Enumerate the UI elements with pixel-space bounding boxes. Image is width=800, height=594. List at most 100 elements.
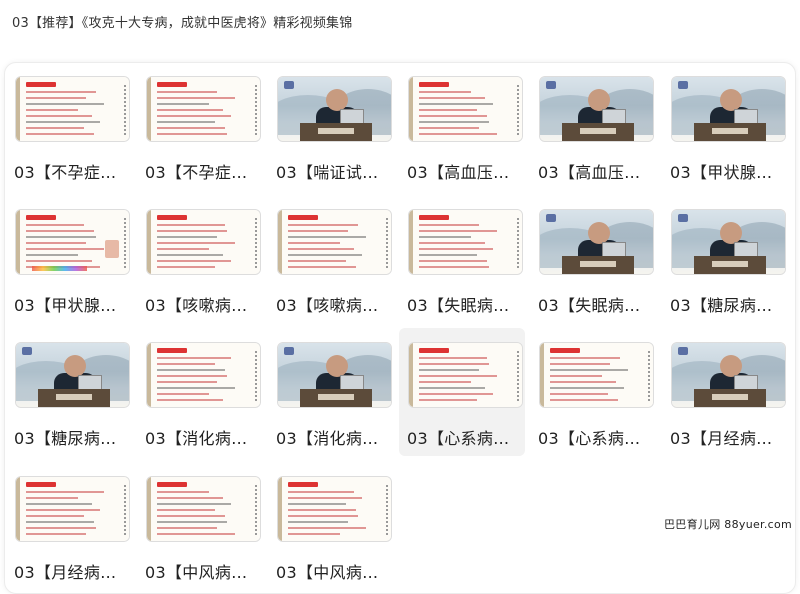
video-thumbnail[interactable]: [539, 209, 654, 275]
slide-side-bar: [409, 210, 413, 274]
video-title[interactable]: 03【月经病…: [670, 425, 790, 449]
video-thumbnail[interactable]: [15, 342, 130, 408]
video-card[interactable]: 03【中风病…: [137, 462, 263, 590]
slide-stripe: [386, 485, 388, 535]
slide-text-line: [157, 381, 217, 383]
video-thumbnail[interactable]: [277, 76, 392, 142]
slide-text-line: [419, 248, 493, 250]
slide-heading-mark: [419, 348, 449, 353]
video-card[interactable]: 03【甲状腺…: [662, 62, 788, 190]
lecture-desk: [694, 389, 766, 407]
video-thumbnail[interactable]: [15, 476, 130, 542]
lecture-slide-image: [409, 343, 522, 407]
lecture-desk: [562, 123, 634, 141]
slide-text-line: [419, 133, 497, 135]
slide-text-line: [419, 230, 497, 232]
video-card[interactable]: 03【心系病…: [530, 328, 656, 456]
desk-nameplate: [580, 128, 616, 134]
video-card[interactable]: 03【失眠病…: [530, 195, 656, 323]
slide-text-line: [157, 236, 217, 238]
video-card[interactable]: 03【甲状腺…: [6, 195, 132, 323]
video-title[interactable]: 03【咳嗽病…: [145, 292, 265, 316]
slide-heading-mark: [26, 215, 56, 220]
video-card[interactable]: 03【月经病…: [662, 328, 788, 456]
slide-text-line: [26, 254, 78, 256]
video-title[interactable]: 03【月经病…: [14, 559, 134, 583]
slide-text-line: [26, 515, 84, 517]
video-title[interactable]: 03【不孕症…: [145, 159, 265, 183]
video-card[interactable]: 03【糖尿病…: [662, 195, 788, 323]
lecture-video-image: [672, 210, 785, 274]
desk-nameplate: [318, 394, 354, 400]
video-title[interactable]: 03【失眠病…: [407, 292, 527, 316]
lecture-slide-image: [278, 477, 391, 541]
video-thumbnail[interactable]: [146, 209, 261, 275]
video-thumbnail[interactable]: [408, 76, 523, 142]
lecturer-head: [326, 355, 348, 377]
slide-heading-mark: [26, 482, 56, 487]
video-title[interactable]: 03【失眠病…: [538, 292, 658, 316]
video-title[interactable]: 03【中风病…: [276, 559, 396, 583]
slide-text-line: [288, 242, 340, 244]
video-card[interactable]: 03【高血压…: [530, 62, 656, 190]
slide-stripe: [124, 218, 126, 268]
slide-text-line: [419, 375, 497, 377]
video-card[interactable]: 03【喘证试…: [268, 62, 394, 190]
video-thumbnail[interactable]: [146, 342, 261, 408]
video-card[interactable]: 03【高血压…: [399, 62, 525, 190]
video-thumbnail[interactable]: [15, 209, 130, 275]
video-title[interactable]: 03【甲状腺…: [670, 159, 790, 183]
video-thumbnail[interactable]: [146, 76, 261, 142]
video-card[interactable]: 03【中风病…: [268, 462, 394, 590]
video-thumbnail[interactable]: [408, 342, 523, 408]
video-title[interactable]: 03【高血压…: [407, 159, 527, 183]
video-title[interactable]: 03【喘证试…: [276, 159, 396, 183]
video-card[interactable]: 03【不孕症…: [6, 62, 132, 190]
slide-stripe: [124, 485, 126, 535]
slide-photo: [105, 240, 119, 258]
video-thumbnail[interactable]: [671, 76, 786, 142]
video-card[interactable]: 03【月经病…: [6, 462, 132, 590]
video-card[interactable]: 03【不孕症…: [137, 62, 263, 190]
video-title[interactable]: 03【糖尿病…: [670, 292, 790, 316]
video-title[interactable]: 03【心系病…: [407, 425, 527, 449]
video-title[interactable]: 03【消化病…: [276, 425, 396, 449]
slide-text-line: [157, 242, 235, 244]
slide-text-line: [419, 242, 485, 244]
video-title[interactable]: 03【中风病…: [145, 559, 265, 583]
video-title[interactable]: 03【高血压…: [538, 159, 658, 183]
video-card[interactable]: 03【失眠病…: [399, 195, 525, 323]
slide-text-line: [419, 103, 493, 105]
lecturer-head: [326, 89, 348, 111]
video-thumbnail[interactable]: [277, 209, 392, 275]
video-title[interactable]: 03【不孕症…: [14, 159, 134, 183]
video-thumbnail[interactable]: [671, 342, 786, 408]
video-card[interactable]: 03【消化病…: [268, 328, 394, 456]
video-thumbnail[interactable]: [277, 476, 392, 542]
video-thumbnail[interactable]: [539, 76, 654, 142]
video-card[interactable]: 03【心系病…: [399, 328, 525, 456]
slide-text-line: [26, 133, 94, 135]
video-card[interactable]: 03【咳嗽病…: [137, 195, 263, 323]
video-thumbnail[interactable]: [277, 342, 392, 408]
video-title[interactable]: 03【甲状腺…: [14, 292, 134, 316]
lecture-desk: [300, 123, 372, 141]
lecture-slide-image: [409, 210, 522, 274]
video-card[interactable]: 03【咳嗽病…: [268, 195, 394, 323]
video-title[interactable]: 03【糖尿病…: [14, 425, 134, 449]
video-thumbnail[interactable]: [671, 209, 786, 275]
video-title[interactable]: 03【咳嗽病…: [276, 292, 396, 316]
video-card[interactable]: 03【消化病…: [137, 328, 263, 456]
video-title[interactable]: 03【心系病…: [538, 425, 658, 449]
video-thumbnail[interactable]: [539, 342, 654, 408]
desk-nameplate: [318, 128, 354, 134]
video-thumbnail[interactable]: [408, 209, 523, 275]
slide-text-line: [26, 97, 86, 99]
slide-stripe: [255, 351, 257, 401]
video-thumbnail[interactable]: [15, 76, 130, 142]
slide-text-line: [288, 527, 366, 529]
video-thumbnail[interactable]: [146, 476, 261, 542]
slide-side-bar: [16, 210, 20, 274]
video-card[interactable]: 03【糖尿病…: [6, 328, 132, 456]
video-title[interactable]: 03【消化病…: [145, 425, 265, 449]
